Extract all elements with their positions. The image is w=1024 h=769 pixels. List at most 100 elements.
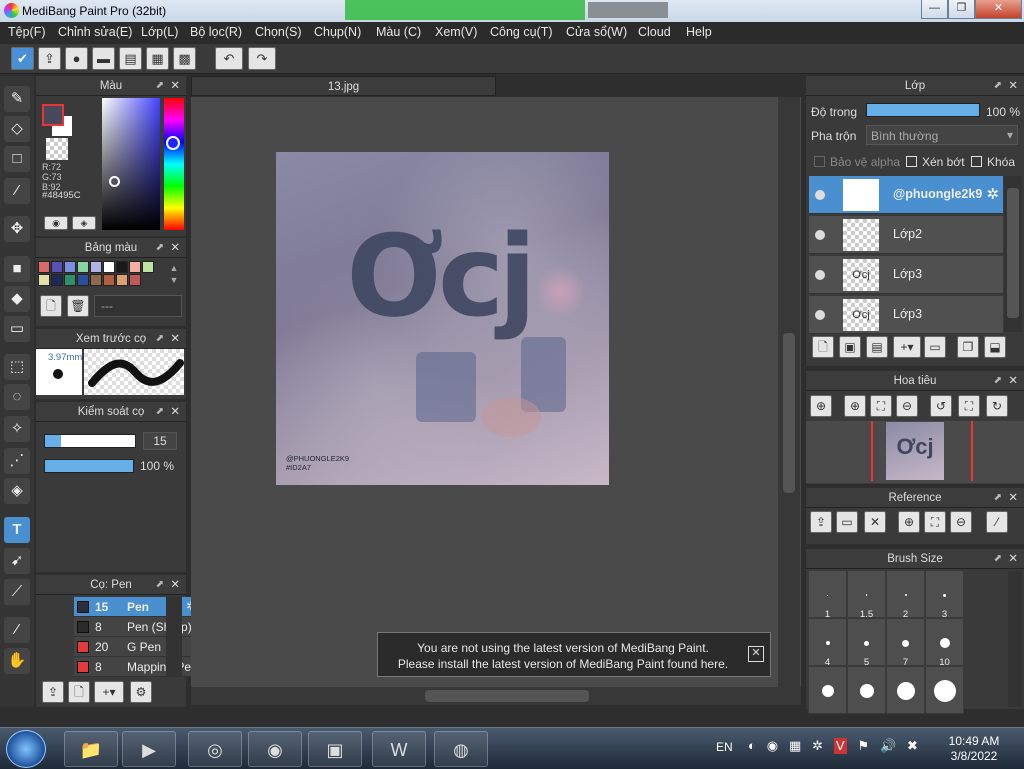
vpn-icon[interactable]: V [833, 738, 847, 754]
cloud-brush-icon[interactable]: ⇪ [42, 681, 64, 703]
close-panel-icon[interactable]: ✕ [170, 575, 180, 595]
fullscreen-icon[interactable]: ⛶ [958, 395, 980, 417]
undo-icon[interactable]: ↶ [215, 47, 243, 70]
brush-size-option[interactable] [925, 666, 964, 714]
chrome-icon[interactable]: ◉ [248, 731, 302, 767]
close-panel-icon[interactable]: ✕ [170, 329, 180, 349]
size-slider[interactable] [44, 434, 136, 448]
brush-size-option[interactable] [847, 666, 886, 714]
eyedropper-icon[interactable]: ⁄ [4, 617, 30, 643]
palette-swatch[interactable] [103, 274, 115, 286]
clock-date[interactable]: 3/8/2022 [942, 749, 1006, 764]
document-tab[interactable]: 13.jpg [191, 76, 496, 96]
menu-tools[interactable]: Công cụ(T) [490, 25, 553, 39]
minimize-button[interactable]: — [921, 0, 948, 19]
close-panel-icon[interactable]: ✕ [170, 76, 180, 96]
gradient-tool-icon[interactable]: ▭ [4, 316, 30, 342]
close-panel-icon[interactable]: ✕ [170, 402, 180, 422]
zoom-in-2-icon[interactable]: ⊕ [844, 395, 866, 417]
maximize-button[interactable]: ❐ [948, 0, 975, 19]
close-panel-icon[interactable]: ✕ [1008, 76, 1018, 96]
palette-swatch[interactable] [51, 274, 63, 286]
eraser-tool-icon[interactable]: ◇ [4, 116, 30, 142]
reference-zoom-in-icon[interactable]: ⊕ [898, 511, 920, 533]
size-value[interactable]: 15 [143, 432, 177, 450]
select-pen-icon[interactable]: ⋰ [4, 448, 30, 474]
merge-layer-icon[interactable]: ⬓ [984, 336, 1006, 358]
divide-tool-icon[interactable]: ⟋ [4, 579, 30, 605]
bucket-tool-icon[interactable]: ◆ [4, 286, 30, 312]
file-explorer-icon[interactable]: 📁 [64, 731, 118, 767]
brush-size-option[interactable]: 7 [886, 618, 925, 668]
language-indicator[interactable]: EN [716, 740, 733, 754]
start-button[interactable] [6, 730, 46, 768]
fit-icon[interactable]: ⛶ [870, 395, 892, 417]
brush-size-option[interactable] [808, 666, 847, 714]
brush-size-option[interactable] [886, 666, 925, 714]
layer-scrollbar[interactable] [1004, 176, 1022, 332]
saturation-box[interactable] [102, 98, 160, 230]
sv-cursor[interactable] [109, 176, 120, 187]
menu-edit[interactable]: Chỉnh sửa(E) [58, 25, 132, 39]
fill-rect-icon[interactable]: ■ [4, 256, 30, 282]
brush-tool-icon[interactable]: ✎ [4, 86, 30, 112]
vertical-scrollbar[interactable] [778, 97, 800, 687]
transparent-swatch[interactable] [46, 138, 68, 160]
close-reference-icon[interactable]: ✕ [864, 511, 886, 533]
brush-size-option[interactable]: 2 [886, 570, 925, 620]
reference-cloud-icon[interactable]: ⇪ [810, 511, 832, 533]
horizontal-scrollbar[interactable] [191, 687, 801, 705]
layer-opacity-slider[interactable] [866, 103, 980, 117]
eye-icon[interactable] [815, 310, 825, 320]
delete-palette-icon[interactable]: 🗑 [67, 295, 89, 317]
select-rect-icon[interactable]: ⬚ [4, 354, 30, 380]
gear-icon[interactable]: ✲ [986, 185, 999, 203]
hue-cursor[interactable] [166, 136, 180, 150]
artwork-canvas[interactable]: Ơcj @PHUONGLE2K9 #ID2A7 [276, 152, 609, 485]
comment-icon[interactable]: ● [65, 47, 88, 70]
update-badge[interactable] [588, 2, 668, 18]
close-button[interactable]: ✕ [975, 0, 1022, 19]
hand-tool-icon[interactable]: ✋ [4, 648, 30, 674]
new-brush-icon[interactable]: 🗋 [68, 681, 90, 703]
horizontal-scroll-thumb[interactable] [425, 690, 589, 702]
palette-swatch[interactable] [64, 274, 76, 286]
operation-tool-icon[interactable]: ➹ [4, 548, 30, 574]
dot-tool-icon[interactable]: ⁄ [4, 178, 30, 204]
palette-select[interactable]: --- [94, 295, 182, 317]
eye-icon[interactable] [815, 190, 825, 200]
popout-icon[interactable]: ⬈ [994, 549, 1002, 569]
menu-filter[interactable]: Bộ lọc(R) [190, 25, 242, 39]
navigator-preview[interactable]: Ơcj [806, 421, 1024, 483]
brush-size-option[interactable]: 3 [925, 570, 964, 620]
zoom-out-icon[interactable]: ⊖ [896, 395, 918, 417]
duplicate-layer-icon[interactable]: ❐ [957, 336, 979, 358]
share-icon[interactable]: ⇪ [38, 47, 61, 70]
reference-fit-icon[interactable]: ⛶ [924, 511, 946, 533]
vertical-scroll-thumb[interactable] [783, 333, 795, 493]
popout-icon[interactable]: ⬈ [156, 238, 164, 258]
palette-swatch[interactable] [103, 261, 115, 273]
cloud-check-icon[interactable]: ✔ [11, 47, 34, 70]
close-panel-icon[interactable]: ✕ [1008, 371, 1018, 391]
brush-size-option[interactable]: 4 [808, 618, 847, 668]
tray-network-icon[interactable]: ▦ [789, 738, 801, 754]
grid-icon[interactable]: ▩ [173, 47, 196, 70]
color-wheel-icon[interactable]: ◉ [44, 216, 68, 230]
popout-icon[interactable]: ⬈ [994, 371, 1002, 391]
tray-settings-icon[interactable]: ✲ [812, 738, 823, 754]
rotate-right-icon[interactable]: ↻ [986, 395, 1008, 417]
document-icon[interactable]: ▤ [119, 47, 142, 70]
palette-swatch[interactable] [38, 274, 50, 286]
layer-row[interactable]: Ơcj Lớp3 [809, 296, 1003, 334]
color-picker-icon[interactable]: ◈ [72, 216, 96, 230]
palette-swatch[interactable] [142, 261, 154, 273]
brush-size-option[interactable]: 1 [808, 570, 847, 620]
redo-icon[interactable]: ↷ [248, 47, 276, 70]
clipping-checkbox[interactable] [906, 156, 917, 167]
folder-icon[interactable]: ▭ [924, 336, 946, 358]
brush-size-option[interactable]: 1.5 [847, 570, 886, 620]
open-folder-icon[interactable]: ▭ [836, 511, 858, 533]
zoom-tray-icon[interactable]: ◉ [767, 738, 778, 754]
popout-icon[interactable]: ⬈ [994, 488, 1002, 508]
